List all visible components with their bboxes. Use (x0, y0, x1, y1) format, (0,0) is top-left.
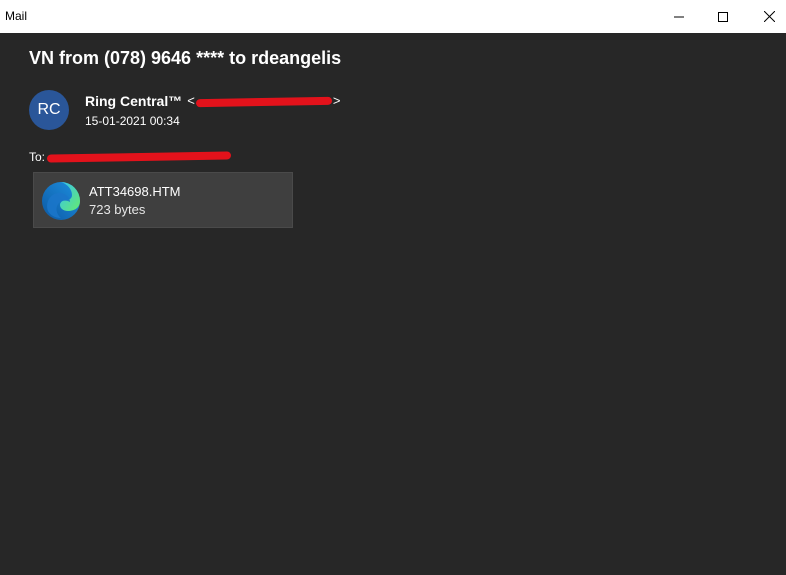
mail-window: Mail VN from (078) 9646 **** to rdeangel… (0, 0, 786, 575)
sender-email[interactable]: < > (187, 92, 340, 110)
recipient-label: To: (29, 150, 46, 164)
sender-avatar: RC (29, 90, 69, 130)
edge-browser-icon (42, 182, 80, 220)
minimize-icon (674, 16, 684, 17)
sender-name[interactable]: Ring Central™ (85, 92, 182, 110)
title-bar[interactable]: Mail (0, 0, 786, 33)
close-button[interactable] (746, 0, 786, 33)
close-icon (763, 11, 775, 22)
attachment-file-size: 723 bytes (89, 202, 146, 217)
attachment-file-name: ATT34698.HTM (89, 184, 181, 199)
attachment-card[interactable]: ATT34698.HTM 723 bytes (33, 172, 293, 228)
sender-email-close: > (332, 93, 341, 108)
app-title: Mail (5, 9, 28, 23)
maximize-icon (718, 11, 728, 22)
redaction-mark (195, 96, 332, 107)
redaction-mark (46, 151, 232, 163)
maximize-button[interactable] (700, 0, 746, 33)
message-subject: VN from (078) 9646 **** to rdeangelis (29, 48, 342, 68)
recipient-line: To: (29, 149, 232, 165)
sender-line: Ring Central™ < > (85, 92, 340, 110)
minimize-button[interactable] (656, 0, 702, 33)
sender-email-open: < (187, 93, 195, 108)
message-date: 15-01-2021 00:34 (85, 114, 180, 128)
